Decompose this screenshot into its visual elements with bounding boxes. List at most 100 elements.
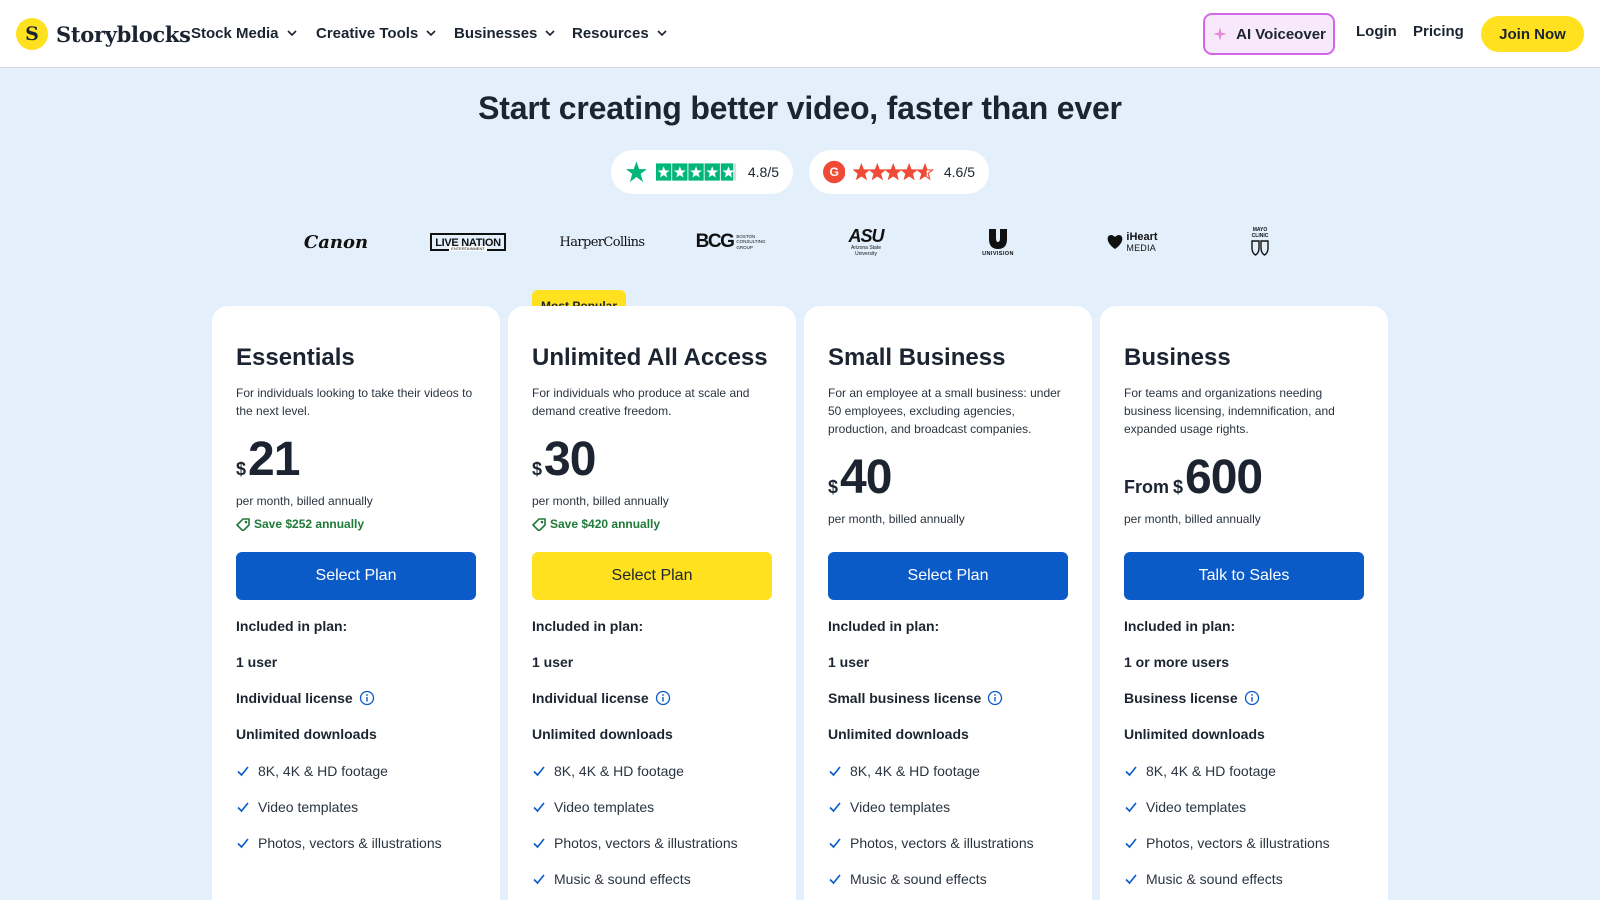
users-label: 1 user xyxy=(532,654,574,670)
feature-label: Video templates xyxy=(1146,799,1247,815)
feature-label: Video templates xyxy=(258,799,359,815)
mayo-clinic-logo-text: MAYO CLINIC xyxy=(1251,227,1269,239)
chevron-down-icon xyxy=(657,30,667,37)
nav-stock-media-label: Stock Media xyxy=(191,24,279,42)
price-amount: 600 xyxy=(1185,451,1263,504)
feature-item: Video templates xyxy=(1124,799,1246,815)
license-label: Small business license xyxy=(828,690,982,706)
iheartmedia-logo-subtext: MEDIA xyxy=(1126,243,1156,253)
select-plan-button[interactable]: Select Plan xyxy=(532,552,772,600)
g2-rating[interactable]: G 4.6/5 xyxy=(809,150,989,194)
info-icon[interactable] xyxy=(655,690,671,706)
feature-item: Photos, vectors & illustrations xyxy=(532,835,738,851)
ai-voiceover-button[interactable]: AI Voiceover xyxy=(1203,13,1335,55)
check-icon xyxy=(1125,766,1137,777)
feature-item: Music & sound effects xyxy=(1124,871,1283,887)
billing-note: per month, billed annually xyxy=(236,494,373,508)
downloads-row: Unlimited downloads xyxy=(1124,726,1265,742)
price-currency: $ xyxy=(236,459,247,479)
included-heading: Included in plan: xyxy=(236,618,348,634)
savings-note-label: Save $420 annually xyxy=(550,517,661,531)
nav-resources[interactable]: Resources xyxy=(572,22,668,44)
downloads-row: Unlimited downloads xyxy=(532,726,673,742)
license-row: Individual license xyxy=(532,690,671,706)
trustpilot-rating[interactable]: 4.8/5 xyxy=(611,150,793,194)
info-icon[interactable] xyxy=(359,690,375,706)
plan-price: From $ 600 xyxy=(1124,450,1263,505)
users-row: 1 user xyxy=(532,654,573,670)
check-icon xyxy=(829,874,841,885)
harpercollins-logo: HarperCollins xyxy=(558,224,646,260)
downloads-row: Unlimited downloads xyxy=(236,726,377,742)
license-label: Individual license xyxy=(236,690,353,706)
plan-card-essentials: Essentials For individuals looking to ta… xyxy=(212,306,500,900)
downloads-label: Unlimited downloads xyxy=(236,726,377,742)
nav-businesses[interactable]: Businesses xyxy=(454,22,556,44)
nav-stock-media[interactable]: Stock Media xyxy=(191,22,298,44)
plan-card-unlimited-all-access: Unlimited All Access For individuals who… xyxy=(508,306,796,900)
page-title: Start creating better video, faster than… xyxy=(478,90,1122,126)
feature-item: 8K, 4K & HD footage xyxy=(828,763,980,779)
feature-label: 8K, 4K & HD footage xyxy=(258,763,388,779)
pricing-link[interactable]: Pricing xyxy=(1413,23,1464,40)
brand-home-link[interactable]: S Storyblocks xyxy=(16,17,191,51)
asu-logo: ASU Arizona State University xyxy=(840,224,892,260)
info-icon[interactable] xyxy=(987,690,1003,706)
check-icon xyxy=(829,802,841,813)
license-label: Individual license xyxy=(532,690,649,706)
bcg-logo-text: BCG xyxy=(695,231,735,252)
check-icon xyxy=(533,802,545,813)
talk-to-sales-button[interactable]: Talk to Sales xyxy=(1124,552,1364,600)
users-label: 1 or more users xyxy=(1124,654,1230,670)
g2-rating-value: 4.6/5 xyxy=(943,164,975,180)
univision-mark-icon xyxy=(989,229,1007,249)
sparkle-icon xyxy=(1213,27,1228,41)
users-row: 1 or more users xyxy=(1124,654,1229,670)
join-now-button[interactable]: Join Now xyxy=(1481,16,1584,52)
feature-label: Photos, vectors & illustrations xyxy=(1146,835,1330,851)
feature-item: Video templates xyxy=(828,799,950,815)
downloads-row: Unlimited downloads xyxy=(828,726,969,742)
price-currency: $ xyxy=(532,459,543,479)
users-label: 1 user xyxy=(236,654,278,670)
check-icon xyxy=(1125,874,1137,885)
plan-description: For an employee at a small business: und… xyxy=(828,386,1061,436)
feature-item: Music & sound effects xyxy=(532,871,691,887)
nav-creative-tools[interactable]: Creative Tools xyxy=(316,22,437,44)
price-amount: 40 xyxy=(840,451,892,504)
feature-label: Music & sound effects xyxy=(850,871,987,887)
chevron-down-icon xyxy=(286,30,297,37)
canon-logo: Canon xyxy=(300,224,372,260)
star-icon xyxy=(901,164,918,179)
check-icon xyxy=(829,838,841,849)
users-label: 1 user xyxy=(828,654,870,670)
feature-label: Video templates xyxy=(554,799,655,815)
feature-label: Photos, vectors & illustrations xyxy=(850,835,1034,851)
univision-logo-text: UNIVISION xyxy=(982,251,1014,257)
license-row: Individual license xyxy=(236,690,375,706)
info-icon[interactable] xyxy=(1244,690,1260,706)
feature-label: Music & sound effects xyxy=(1146,871,1283,887)
billing-note: per month, billed annually xyxy=(532,494,669,508)
brand-name: Storyblocks xyxy=(56,21,191,47)
select-plan-button[interactable]: Select Plan xyxy=(236,552,476,600)
ai-voiceover-label: AI Voiceover xyxy=(1236,25,1326,43)
iheart-heart-icon xyxy=(1108,235,1123,249)
login-link[interactable]: Login xyxy=(1356,23,1397,40)
feature-label: 8K, 4K & HD footage xyxy=(850,763,980,779)
live-nation-logo-subtext: ENTERTAINMENT xyxy=(449,246,487,251)
nav-businesses-label: Businesses xyxy=(454,24,538,42)
feature-label: 8K, 4K & HD footage xyxy=(554,763,684,779)
check-icon xyxy=(533,766,545,777)
feature-item: Video templates xyxy=(532,799,654,815)
check-icon xyxy=(1125,802,1137,813)
chevron-down-icon xyxy=(545,30,555,37)
g2-logo-icon: G xyxy=(823,160,846,184)
tag-icon xyxy=(236,518,250,531)
price-currency: $ xyxy=(1173,477,1184,497)
select-plan-button[interactable]: Select Plan xyxy=(828,552,1068,600)
mayo-clinic-logo: MAYO CLINIC xyxy=(1240,224,1280,260)
check-icon xyxy=(1125,838,1137,849)
bcg-logo-subtext: BOSTON CONSULTING GROUP xyxy=(736,233,766,250)
price-from: From xyxy=(1124,477,1169,497)
